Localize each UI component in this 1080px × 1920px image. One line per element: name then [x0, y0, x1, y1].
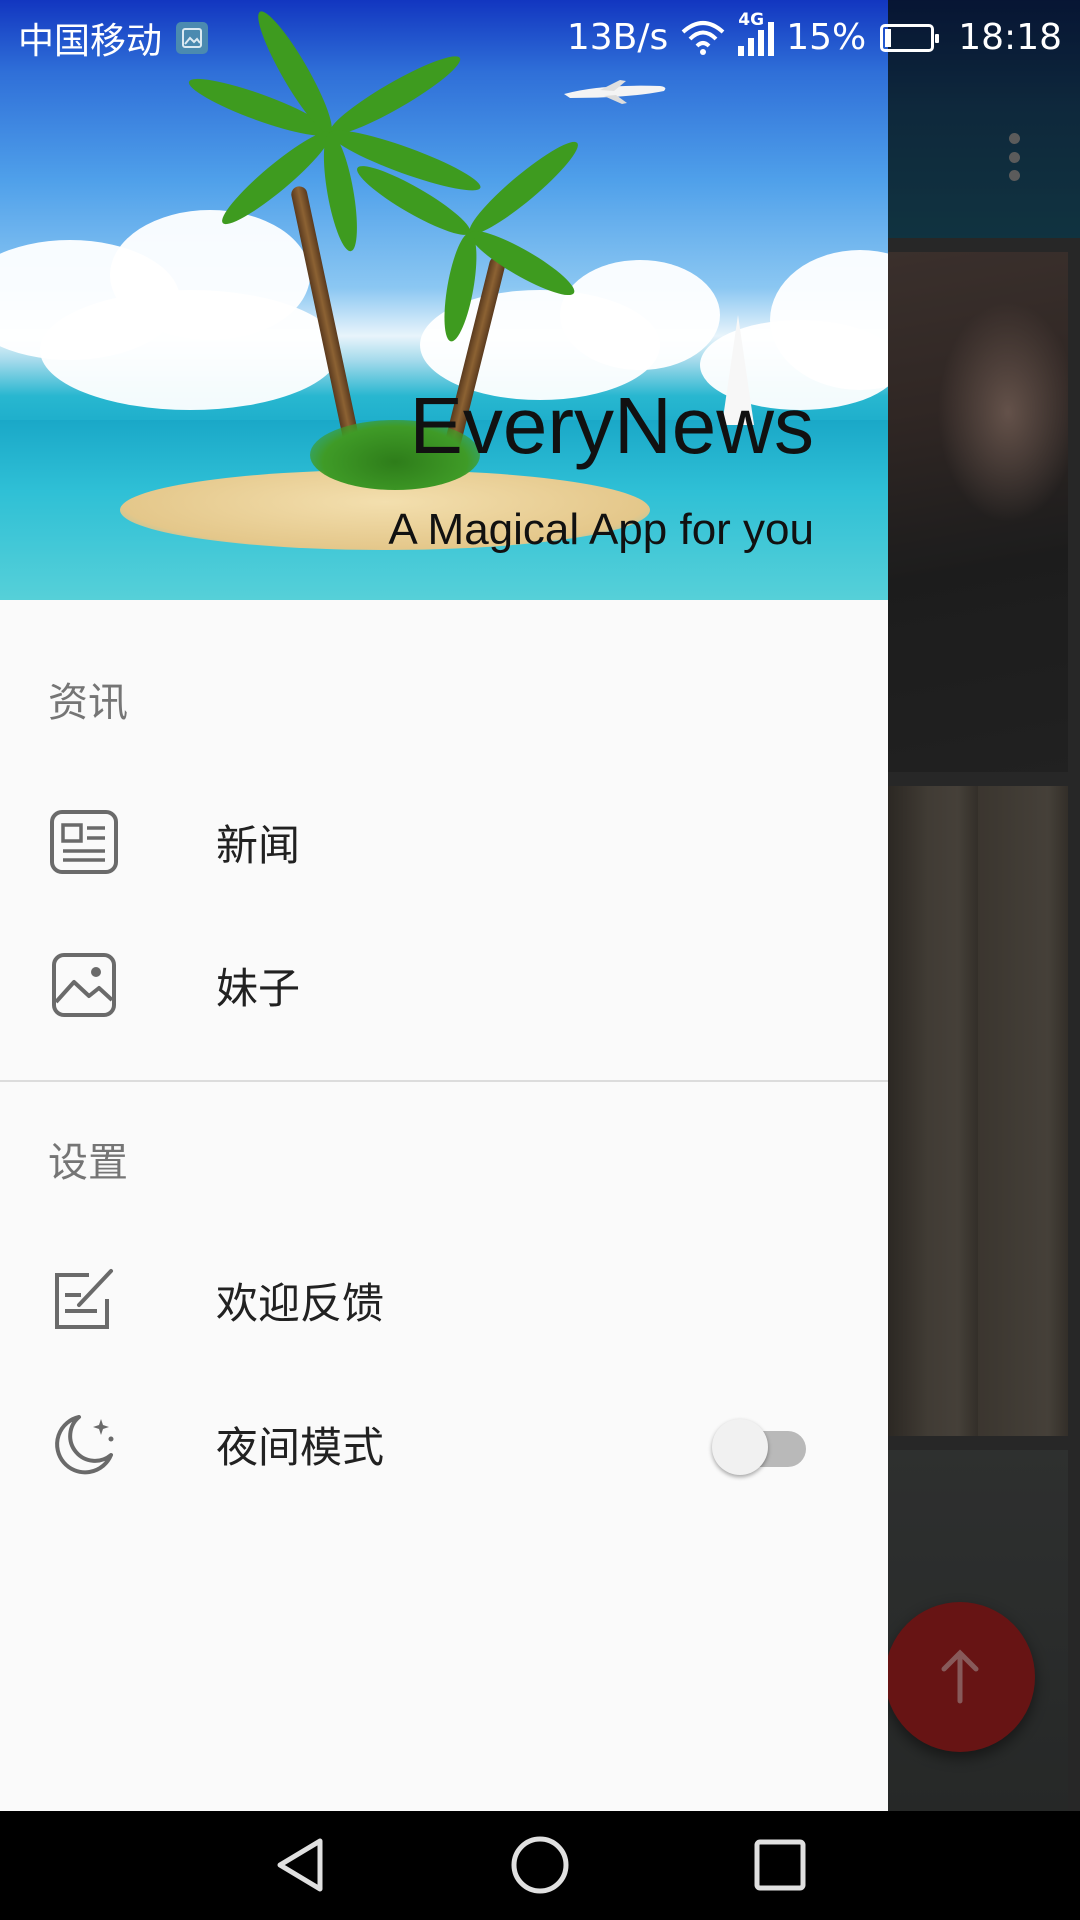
gallery-notification-icon [176, 21, 209, 54]
section-header-news: 资讯 [48, 680, 128, 726]
drawer-item-label: 妹子 [216, 963, 301, 1013]
drawer-item-news[interactable]: 新闻 [0, 772, 888, 912]
signal-icon: 4G [738, 10, 775, 56]
airplane-icon [564, 80, 666, 104]
feedback-edit-icon [48, 1264, 120, 1336]
drawer-item-label: 新闻 [216, 820, 301, 870]
system-nav-bar [0, 1811, 1080, 1920]
carrier-name: 中国移动 [18, 20, 163, 62]
home-icon[interactable] [508, 1833, 572, 1897]
network-speed: 13B/s [566, 17, 669, 58]
battery-icon [880, 23, 940, 52]
drawer-item-label: 欢迎反馈 [216, 1278, 385, 1328]
drawer-item-girls[interactable]: 妹子 [0, 915, 888, 1055]
navigation-drawer: EveryNews A Magical App for you 资讯 新闻 妹子 [0, 0, 888, 1811]
back-icon[interactable] [268, 1833, 332, 1897]
app-title: EveryNews [409, 381, 814, 470]
network-type: 4G [738, 9, 765, 30]
image-icon [48, 949, 120, 1021]
drawer-header-image: EveryNews A Magical App for you [0, 0, 888, 600]
section-header-settings: 设置 [48, 1140, 128, 1186]
recent-apps-icon[interactable] [748, 1833, 812, 1897]
drawer-scrim[interactable] [888, 0, 1080, 1811]
wifi-icon [681, 20, 725, 55]
section-divider [0, 1080, 888, 1082]
battery-percent: 15% [786, 17, 867, 58]
status-bar: 中国移动 13B/s 4G 15% 18:18 [0, 0, 1080, 75]
clock: 18:18 [958, 17, 1062, 58]
app-subtitle: A Magical App for you [388, 505, 814, 554]
night-mode-switch[interactable] [712, 1419, 808, 1475]
drawer-item-label: 夜间模式 [216, 1422, 385, 1472]
news-icon [48, 806, 120, 878]
drawer-item-feedback[interactable]: 欢迎反馈 [0, 1230, 888, 1370]
night-moon-icon [48, 1408, 120, 1480]
